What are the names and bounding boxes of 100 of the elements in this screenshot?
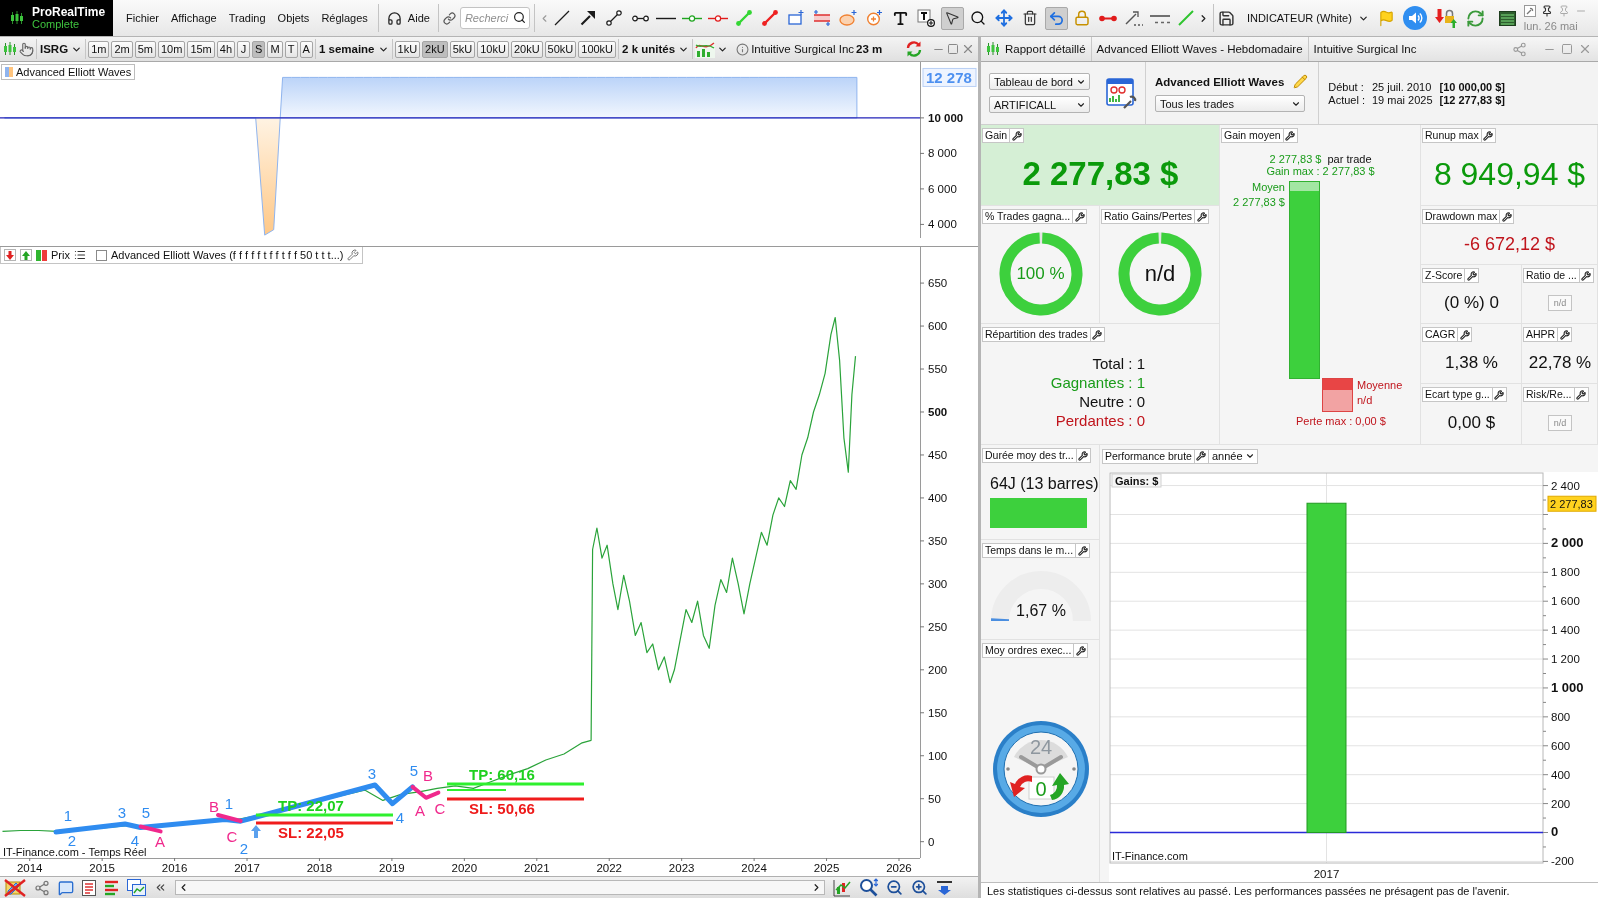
maximize-icon[interactable] (947, 43, 959, 55)
arrows-lock-icon[interactable] (1434, 8, 1457, 28)
period-label: Début : (1328, 80, 1365, 93)
unit-button[interactable]: 100kU (578, 40, 617, 58)
pencil-cross-icon[interactable] (4, 878, 26, 897)
share-icon[interactable] (34, 879, 50, 896)
timeframe-button[interactable]: T (284, 40, 298, 58)
search-field[interactable]: Recherci (459, 7, 530, 29)
wrench-button[interactable] (1010, 128, 1025, 143)
wrench-button[interactable] (1500, 209, 1515, 224)
tool-button[interactable] (914, 6, 938, 30)
zoom-fit-icon[interactable] (859, 878, 878, 897)
menu-item[interactable]: Objets (271, 7, 316, 29)
refresh-icon[interactable] (1465, 8, 1485, 28)
help-button[interactable]: Aide (382, 6, 434, 30)
wave-label: B (209, 797, 219, 815)
distribution-row: Neutre : 0 (1079, 392, 1145, 411)
list-icon[interactable] (73, 249, 86, 261)
wrench-button[interactable] (1458, 327, 1473, 342)
search-icon[interactable] (512, 11, 526, 24)
axis-label: 2021 (524, 862, 550, 874)
grid-icon[interactable] (1498, 10, 1516, 26)
dot-line-icon (631, 14, 649, 22)
unit-button[interactable]: 2kU (422, 40, 448, 58)
unit-button[interactable]: 20kU (510, 40, 543, 58)
account-select[interactable]: ARTIFICALL (989, 96, 1090, 113)
report-settings-icon[interactable] (1106, 76, 1137, 110)
menu-item[interactable]: Affichage (165, 7, 223, 29)
zoom-in-icon[interactable] (911, 879, 928, 896)
timeframe-button[interactable]: J (237, 40, 251, 58)
double-chevron-left-icon[interactable] (154, 881, 167, 894)
axis-label: 2018 (306, 862, 333, 874)
chart-icon[interactable] (833, 878, 851, 897)
timeframe-button[interactable]: 2m (111, 40, 133, 58)
axis-label: 800 (1551, 710, 1571, 723)
menu-item[interactable]: Fichier (120, 7, 165, 29)
sort-down-button[interactable] (4, 249, 16, 261)
horizontal-scrollbar[interactable] (175, 880, 825, 895)
timeframe-button[interactable]: 5m (134, 40, 156, 58)
view-select[interactable]: Tableau de bord (989, 73, 1090, 90)
axis-label: 300 (928, 577, 948, 590)
timeframe-button[interactable]: 10m (157, 40, 186, 58)
theme-select[interactable]: INDICATEUR (White) (1244, 7, 1371, 29)
unit-button[interactable]: 1kU (394, 40, 421, 58)
symbol-select[interactable]: ISRG (36, 39, 87, 59)
wrench-button[interactable] (1195, 209, 1210, 224)
maximize-icon[interactable] (1561, 43, 1573, 55)
sort-up-button[interactable] (20, 249, 32, 261)
checkbox[interactable] (95, 249, 107, 261)
caret-icon (1244, 451, 1255, 461)
close-icon[interactable] (1578, 42, 1592, 56)
unit-button[interactable]: 10kU (477, 40, 509, 58)
timeframe-button[interactable]: A (299, 40, 313, 58)
stat-title: Performance brute (1102, 448, 1195, 464)
axis-label: 1 200 (1551, 653, 1580, 666)
timeframe-button[interactable]: 1m (88, 40, 110, 58)
chat-icon[interactable] (58, 879, 74, 896)
candlestick-icon[interactable] (3, 42, 17, 56)
wrench-button[interactable] (1465, 268, 1480, 283)
wrench-button[interactable] (1074, 643, 1089, 658)
wave-label: 1 (224, 794, 234, 812)
period-select[interactable]: 1 semaine (314, 39, 393, 59)
share-icon[interactable] (1512, 41, 1527, 57)
info-icon[interactable] (736, 42, 750, 56)
unit-button[interactable]: 50kU (544, 40, 577, 58)
refresh-icon[interactable] (905, 40, 923, 58)
stat-value: 1,38 % (1445, 352, 1498, 373)
wrench-button[interactable] (1073, 209, 1088, 224)
hand-pointer-icon[interactable] (19, 41, 34, 57)
trades-select[interactable]: Tous les trades (1155, 95, 1305, 112)
units-select[interactable]: 2 k unités (618, 39, 694, 59)
speaker-icon[interactable] (1402, 6, 1427, 30)
zoom-out-icon[interactable] (886, 879, 903, 896)
segment-icon (762, 10, 779, 26)
trash-icon (1022, 10, 1039, 26)
timeframe-button[interactable]: M (267, 40, 283, 58)
wrench-icon[interactable] (347, 249, 360, 261)
report-list-icon[interactable] (82, 879, 96, 896)
indicator-chart-icon[interactable] (695, 40, 716, 58)
close-icon[interactable] (961, 42, 975, 56)
level-line (446, 789, 507, 791)
timeframe-button[interactable]: 15m (187, 40, 215, 58)
bars-icon[interactable] (104, 879, 119, 896)
chart-windows-icon[interactable] (127, 879, 146, 896)
link-icon[interactable] (442, 11, 456, 25)
timeframe-button[interactable]: 4h (216, 40, 236, 58)
pin-icon[interactable] (1540, 4, 1553, 17)
menu-item[interactable]: Réglages (315, 7, 374, 29)
save-icon[interactable] (1217, 9, 1235, 27)
more-icon[interactable] (936, 880, 953, 895)
max-loss-label: Perte max : 0,00 $ (1296, 415, 1386, 427)
wrench-button[interactable] (1076, 543, 1091, 558)
period-select[interactable]: année (1208, 448, 1258, 464)
menu-item[interactable]: Trading (222, 7, 272, 29)
tool-button[interactable] (940, 6, 964, 30)
wrench-icon (1077, 545, 1088, 556)
unit-button[interactable]: 5kU (449, 40, 476, 58)
timeframe-button[interactable]: S (252, 40, 266, 58)
wrench-button[interactable] (1558, 327, 1573, 342)
wrench-window-icon[interactable] (1523, 4, 1536, 17)
